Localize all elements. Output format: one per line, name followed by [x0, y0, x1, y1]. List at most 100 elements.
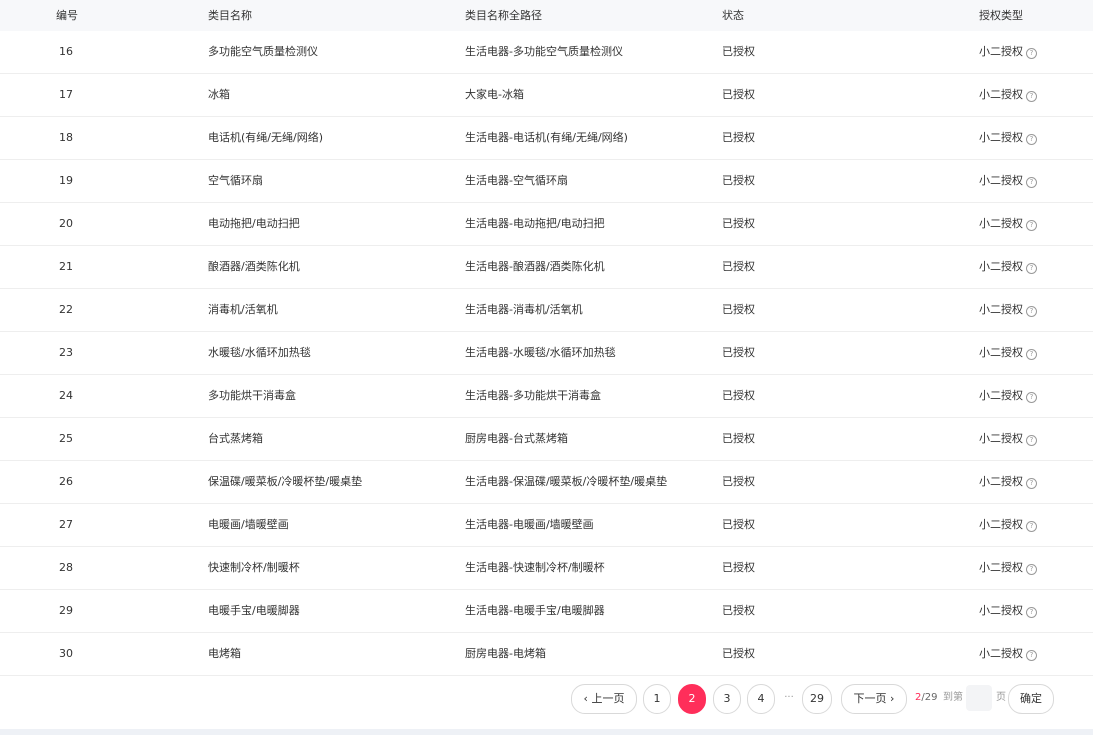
pagination-ellipsis: ··· [784, 692, 794, 703]
cell-status: 已授权 [722, 561, 755, 574]
pagination: ‹ 上一页 1 2 3 4 ··· 29 下一页 › 2/29 到第 页 确定 [0, 684, 1093, 714]
cell-id: 25 [59, 432, 73, 445]
table-row: 24 多功能烘干消毒盒 生活电器-多功能烘干消毒盒 已授权 小二授权? [0, 375, 1093, 418]
cell-path: 生活电器-消毒机/活氧机 [465, 303, 583, 316]
cell-name: 冰箱 [208, 88, 230, 101]
cell-path: 生活电器-水暖毯/水循环加热毯 [465, 346, 616, 359]
cell-status: 已授权 [722, 647, 755, 660]
question-circle-icon[interactable]: ? [1026, 349, 1037, 360]
table-body: 16 多功能空气质量检测仪 生活电器-多功能空气质量检测仪 已授权 小二授权? 17 冰箱大… [0, 31, 1093, 676]
auth-type-label: 小二授权 [979, 389, 1023, 402]
question-circle-icon[interactable]: ? [1026, 134, 1037, 145]
table-row: 22 消毒机/活氧机 生活电器-消毒机/活氧机 已授权 小二授权? [0, 289, 1093, 332]
table-row: 17 冰箱 大家电-冰箱 已授权 小二授权? [0, 74, 1093, 117]
question-circle-icon[interactable]: ? [1026, 48, 1037, 59]
cell-name: 台式蒸烤箱 [208, 432, 263, 445]
header-name: 类目名称 [208, 9, 252, 22]
page-button-4[interactable]: 4 [747, 684, 775, 714]
goto-confirm-button[interactable]: 确定 [1008, 684, 1054, 714]
goto-page-input[interactable] [966, 685, 992, 711]
question-circle-icon[interactable]: ? [1026, 435, 1037, 446]
cell-id: 18 [59, 131, 73, 144]
cell-path: 生活电器-电动拖把/电动扫把 [465, 217, 605, 230]
cell-path: 生活电器-保温碟/暖菜板/冷暖杯垫/暖桌垫 [465, 475, 668, 488]
cell-id: 22 [59, 303, 73, 316]
cell-id: 17 [59, 88, 73, 101]
cell-name: 电暖手宝/电暖脚器 [208, 604, 300, 617]
prev-page-button[interactable]: ‹ 上一页 [571, 684, 637, 714]
table-row: 27 电暖画/墙暖壁画 生活电器-电暖画/墙暖壁画 已授权 小二授权? [0, 504, 1093, 547]
question-circle-icon[interactable]: ? [1026, 521, 1037, 532]
page-button-29[interactable]: 29 [802, 684, 832, 714]
table-row: 18 电话机(有绳/无绳/网络) 生活电器-电话机(有绳/无绳/网络) 已授权 小二授权… [0, 117, 1093, 160]
cell-path: 生活电器-快速制冷杯/制暖杯 [465, 561, 605, 574]
page-button-1[interactable]: 1 [643, 684, 671, 714]
question-circle-icon[interactable]: ? [1026, 478, 1037, 489]
auth-type-label: 小二授权 [979, 45, 1023, 58]
table-header: 编号 类目名称 类目名称全路径 状态 授权类型 [0, 0, 1093, 31]
auth-type-label: 小二授权 [979, 303, 1023, 316]
cell-auth-type: 小二授权? [979, 590, 1037, 632]
table-row: 26 保温碟/暖菜板/冷暖杯垫/暖桌垫 生活电器-保温碟/暖菜板/冷暖杯垫/暖桌垫 已… [0, 461, 1093, 504]
category-table: 编号 类目名称 类目名称全路径 状态 授权类型 16 多功能空气质量检测仪 生活电器… [0, 0, 1093, 676]
cell-path: 生活电器-电暖手宝/电暖脚器 [465, 604, 605, 617]
cell-path: 生活电器-酿酒器/酒类陈化机 [465, 260, 605, 273]
cell-auth-type: 小二授权? [979, 547, 1037, 589]
question-circle-icon[interactable]: ? [1026, 306, 1037, 317]
header-path: 类目名称全路径 [465, 9, 542, 22]
cell-auth-type: 小二授权? [979, 289, 1037, 331]
cell-name: 空气循环扇 [208, 174, 263, 187]
table-row: 29 电暖手宝/电暖脚器 生活电器-电暖手宝/电暖脚器 已授权 小二授权? [0, 590, 1093, 633]
cell-status: 已授权 [722, 303, 755, 316]
cell-id: 24 [59, 389, 73, 402]
cell-auth-type: 小二授权? [979, 117, 1037, 159]
cell-status: 已授权 [722, 346, 755, 359]
question-circle-icon[interactable]: ? [1026, 91, 1037, 102]
cell-id: 23 [59, 346, 73, 359]
cell-auth-type: 小二授权? [979, 246, 1037, 288]
cell-status: 已授权 [722, 45, 755, 58]
page-button-2-active[interactable]: 2 [678, 684, 706, 714]
question-circle-icon[interactable]: ? [1026, 392, 1037, 403]
auth-type-label: 小二授权 [979, 647, 1023, 660]
cell-id: 27 [59, 518, 73, 531]
auth-type-label: 小二授权 [979, 260, 1023, 273]
cell-auth-type: 小二授权? [979, 418, 1037, 460]
cell-path: 厨房电器-电烤箱 [465, 647, 546, 660]
question-circle-icon[interactable]: ? [1026, 650, 1037, 661]
cell-id: 30 [59, 647, 73, 660]
question-circle-icon[interactable]: ? [1026, 220, 1037, 231]
cell-id: 19 [59, 174, 73, 187]
cell-name: 水暖毯/水循环加热毯 [208, 346, 311, 359]
next-page-button[interactable]: 下一页 › [841, 684, 907, 714]
cell-status: 已授权 [722, 174, 755, 187]
cell-auth-type: 小二授权? [979, 160, 1037, 202]
cell-auth-type: 小二授权? [979, 203, 1037, 245]
cell-name: 快速制冷杯/制暖杯 [208, 561, 300, 574]
cell-auth-type: 小二授权? [979, 74, 1037, 116]
goto-label-suffix: 页 [996, 692, 1006, 703]
cell-path: 厨房电器-台式蒸烤箱 [465, 432, 568, 445]
footer-bar [0, 729, 1093, 735]
cell-name: 电动拖把/电动扫把 [208, 217, 300, 230]
table-row: 20 电动拖把/电动扫把 生活电器-电动拖把/电动扫把 已授权 小二授权? [0, 203, 1093, 246]
header-type: 授权类型 [979, 9, 1023, 22]
question-circle-icon[interactable]: ? [1026, 263, 1037, 274]
page-info: 2/29 [915, 684, 937, 712]
table-row: 23 水暖毯/水循环加热毯 生活电器-水暖毯/水循环加热毯 已授权 小二授权? [0, 332, 1093, 375]
table-row: 28 快速制冷杯/制暖杯 生活电器-快速制冷杯/制暖杯 已授权 小二授权? [0, 547, 1093, 590]
cell-auth-type: 小二授权? [979, 504, 1037, 546]
cell-status: 已授权 [722, 432, 755, 445]
question-circle-icon[interactable]: ? [1026, 564, 1037, 575]
auth-type-label: 小二授权 [979, 88, 1023, 101]
question-circle-icon[interactable]: ? [1026, 177, 1037, 188]
table-row: 30 电烤箱 厨房电器-电烤箱 已授权 小二授权? [0, 633, 1093, 676]
cell-auth-type: 小二授权? [979, 633, 1037, 675]
auth-type-label: 小二授权 [979, 604, 1023, 617]
cell-name: 电烤箱 [208, 647, 241, 660]
question-circle-icon[interactable]: ? [1026, 607, 1037, 618]
page-button-3[interactable]: 3 [713, 684, 741, 714]
cell-id: 21 [59, 260, 73, 273]
page: 编号 类目名称 类目名称全路径 状态 授权类型 16 多功能空气质量检测仪 生活电器… [0, 0, 1093, 735]
cell-auth-type: 小二授权? [979, 31, 1037, 73]
